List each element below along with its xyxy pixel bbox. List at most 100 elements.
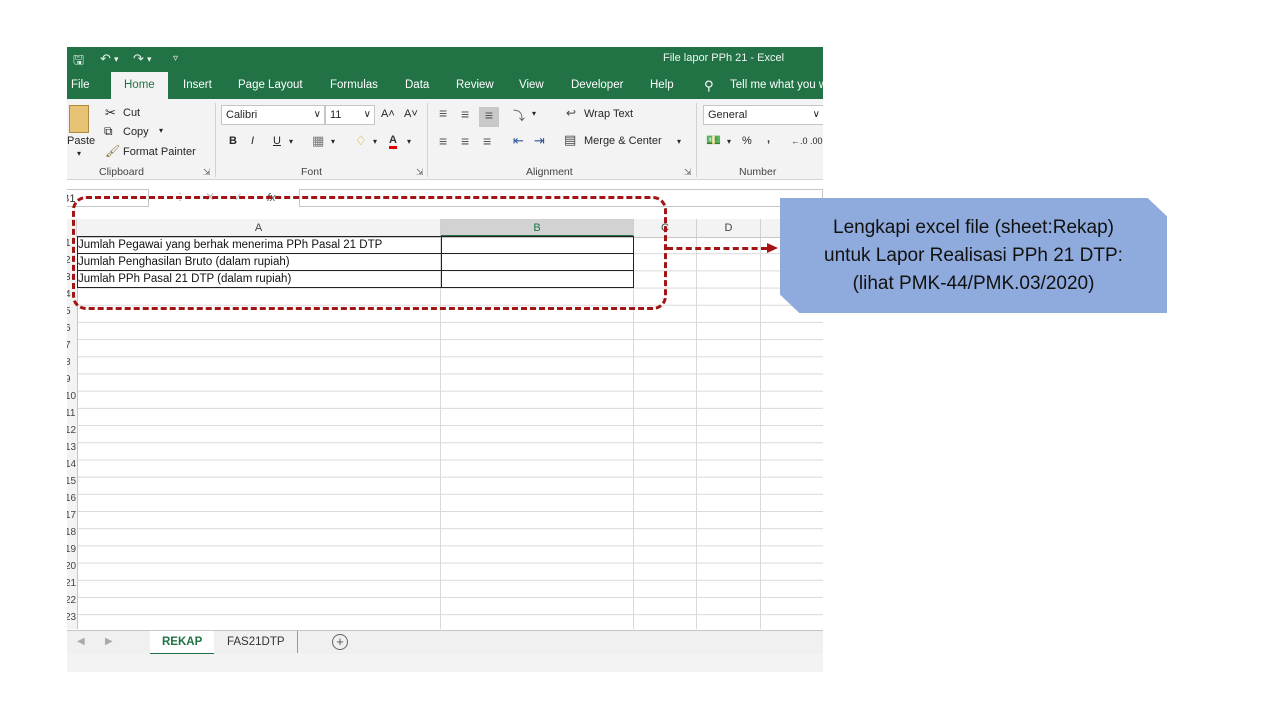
align-right-icon[interactable]: ≡ [483, 133, 491, 149]
tab-data[interactable]: Data [405, 72, 429, 99]
sheet-prev-icon[interactable]: ◀ [77, 636, 85, 647]
redo-dropdown-icon[interactable]: ▾ [147, 54, 152, 65]
tab-help[interactable]: Help [650, 72, 674, 99]
row-number[interactable]: 5 [67, 306, 71, 317]
row-number[interactable]: 10 [67, 391, 76, 402]
add-sheet-icon[interactable]: + [332, 634, 348, 650]
comma-style-button[interactable]: , [767, 133, 770, 145]
copy-button[interactable]: Copy [123, 126, 149, 138]
align-center-icon[interactable]: ≡ [461, 133, 469, 149]
font-group-label: Font [301, 166, 323, 178]
row-number[interactable]: 17 [67, 510, 76, 521]
clipboard-group-label: Clipboard [99, 166, 144, 178]
paste-dropdown-icon[interactable]: ▾ [77, 149, 81, 158]
tab-page-layout[interactable]: Page Layout [238, 72, 303, 99]
decrease-indent-icon[interactable]: ⇤ [513, 133, 524, 149]
tab-home[interactable]: Home [111, 72, 168, 99]
align-left-icon[interactable]: ≡ [439, 133, 447, 149]
sheet-next-icon[interactable]: ▶ [105, 636, 113, 647]
row-number[interactable]: 16 [67, 493, 76, 504]
tell-me-search[interactable]: Tell me what you w [730, 72, 823, 99]
fill-color-icon[interactable]: ♢ [355, 133, 367, 149]
cut-button[interactable]: Cut [123, 107, 140, 119]
number-format-value: General [708, 109, 748, 121]
underline-button[interactable]: U [273, 135, 281, 147]
align-middle-icon[interactable]: ≡ [461, 106, 469, 122]
align-bottom-icon[interactable]: ≡ [479, 107, 499, 127]
dashed-arrow [667, 247, 767, 250]
lightbulb-icon: ⚲ [704, 78, 714, 93]
align-top-icon[interactable]: ≡ [439, 105, 447, 121]
font-color-button[interactable]: A [389, 134, 397, 149]
grow-font-button[interactable]: A˄ [381, 108, 395, 120]
accounting-format-icon[interactable]: 💵 [706, 133, 721, 147]
tab-file[interactable]: File [71, 72, 90, 99]
tab-insert[interactable]: Insert [183, 72, 212, 99]
number-format-select[interactable]: General ∨ [703, 105, 823, 125]
shrink-font-button[interactable]: A˅ [404, 108, 418, 120]
merge-center-button[interactable]: Merge & Center [584, 135, 662, 147]
tab-developer[interactable]: Developer [571, 72, 623, 99]
sheet-tab-fas21dtp[interactable]: FAS21DTP [215, 631, 298, 653]
alignment-launcher-icon[interactable]: ⇲ [684, 167, 692, 178]
row-number[interactable]: 9 [67, 374, 71, 385]
row-number[interactable]: 1 [67, 238, 71, 249]
row-number[interactable]: 19 [67, 544, 76, 555]
row-number[interactable]: 20 [67, 561, 76, 572]
font-launcher-icon[interactable]: ⇲ [416, 167, 424, 178]
undo-icon[interactable]: ↶ [100, 51, 111, 67]
row-number[interactable]: 12 [67, 425, 76, 436]
underline-dropdown-icon[interactable]: ▾ [289, 137, 293, 146]
borders-dropdown-icon[interactable]: ▾ [331, 137, 335, 146]
column-header-d[interactable]: D [697, 219, 761, 237]
row-number[interactable]: 21 [67, 578, 76, 589]
row-number[interactable]: 7 [67, 340, 71, 351]
increase-decimal-button[interactable]: ←.0 .00 [791, 136, 823, 146]
font-color-dropdown-icon[interactable]: ▾ [407, 137, 411, 146]
sheet-tab-rekap[interactable]: REKAP [150, 631, 215, 655]
wrap-text-button[interactable]: Wrap Text [584, 108, 633, 120]
merge-dropdown-icon[interactable]: ▾ [677, 137, 681, 146]
font-name-select[interactable]: Calibri ∨ [221, 105, 325, 125]
row-number[interactable]: 4 [67, 289, 71, 300]
borders-icon[interactable]: ▦ [312, 133, 324, 149]
bold-button[interactable]: B [229, 135, 237, 147]
row-number[interactable]: 11 [67, 408, 75, 419]
italic-button[interactable]: I [251, 135, 254, 147]
paste-button[interactable]: Paste [67, 135, 95, 147]
format-painter-button[interactable]: Format Painter [123, 146, 196, 158]
row-number[interactable]: 8 [67, 357, 71, 368]
row-number[interactable]: 13 [67, 442, 76, 453]
paste-icon[interactable] [69, 105, 89, 133]
orientation-dropdown-icon[interactable]: ▾ [532, 109, 536, 118]
callout-line-1: Lengkapi excel file (sheet:Rekap) [833, 216, 1114, 238]
redo-icon[interactable]: ↷ [133, 51, 144, 67]
increase-indent-icon[interactable]: ⇥ [534, 133, 545, 149]
title-bar: 🖫 ↶ ▾ ↷ ▾ ▿ File lapor PPh 21 - Excel [67, 47, 823, 72]
row-number[interactable]: 2 [67, 255, 71, 266]
customize-toolbar-icon[interactable]: ▿ [173, 53, 178, 64]
row-number[interactable]: 23 [67, 612, 76, 623]
callout-line-2: untuk Lapor Realisasi PPh 21 DTP: [824, 244, 1123, 266]
instruction-callout: Lengkapi excel file (sheet:Rekap) untuk … [780, 198, 1167, 313]
row-number[interactable]: 3 [67, 272, 71, 283]
clipboard-launcher-icon[interactable]: ⇲ [203, 167, 211, 178]
fill-dropdown-icon[interactable]: ▾ [373, 137, 377, 146]
undo-dropdown-icon[interactable]: ▾ [114, 54, 119, 65]
tab-review[interactable]: Review [456, 72, 494, 99]
accounting-dropdown-icon[interactable]: ▾ [727, 137, 731, 146]
row-number[interactable]: 6 [67, 323, 71, 334]
orientation-icon[interactable]: ⤵ [513, 107, 525, 124]
highlight-dashed-frame [72, 196, 667, 310]
chevron-down-icon: ∨ [812, 109, 820, 120]
save-icon[interactable]: 🖫 [73, 51, 84, 73]
row-number[interactable]: 15 [67, 476, 76, 487]
percent-style-button[interactable]: % [742, 135, 752, 147]
row-number[interactable]: 22 [67, 595, 76, 606]
row-number[interactable]: 14 [67, 459, 76, 470]
tab-formulas[interactable]: Formulas [330, 72, 378, 99]
tab-view[interactable]: View [519, 72, 544, 99]
font-size-select[interactable]: 11 ∨ [325, 105, 375, 125]
row-number[interactable]: 18 [67, 527, 76, 538]
copy-dropdown-icon[interactable]: ▾ [159, 126, 163, 135]
